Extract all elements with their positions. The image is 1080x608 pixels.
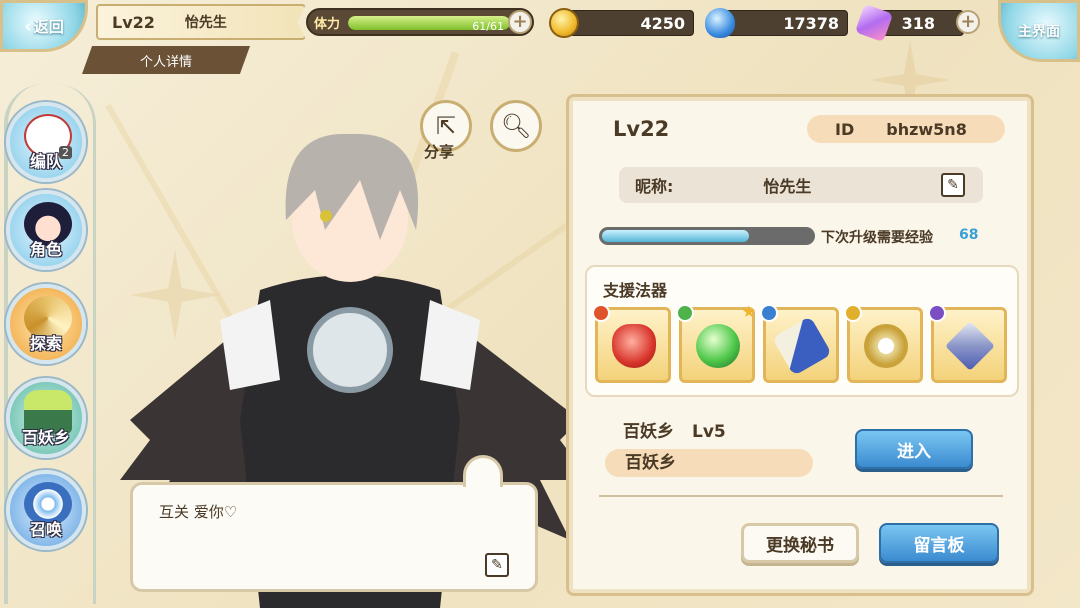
- crystal-counter: 318: [854, 3, 964, 43]
- nav-item-character[interactable]: 角色: [6, 190, 86, 270]
- exp-value: 68: [959, 227, 979, 243]
- silver-blade-icon: [945, 321, 995, 371]
- player-plate: Lv22 怡先生: [96, 4, 306, 40]
- nav-item-label: 角色: [29, 240, 62, 259]
- element-icon: [760, 304, 778, 322]
- exp-label: 下次升级需要经验: [821, 230, 933, 246]
- element-icon: [676, 304, 694, 322]
- back-arrow-icon: ‹: [24, 15, 32, 37]
- right-sleeve: [420, 300, 480, 390]
- golden-sword-icon: [864, 324, 908, 368]
- nav-item-summon[interactable]: 召唤: [6, 470, 86, 550]
- blue-scroll-icon: [771, 315, 833, 377]
- change-secretary-button[interactable]: 更换秘书: [741, 523, 859, 563]
- pencil-icon: ✎: [947, 177, 959, 193]
- support-item[interactable]: [592, 304, 671, 383]
- main-menu-button[interactable]: 主界面: [998, 0, 1080, 62]
- support-item[interactable]: ★: [676, 302, 756, 383]
- village-pill: 百妖乡: [605, 449, 813, 477]
- green-orb-icon: [696, 324, 740, 368]
- support-artifacts-box: 支援法器 ★: [585, 265, 1019, 397]
- nickname-row: 昵称: 怡先生: [619, 167, 983, 203]
- blue-flame-gem-icon: [705, 8, 735, 38]
- gold-value: 4250: [640, 14, 685, 33]
- bubble-message: 互关 爱你♡: [159, 503, 238, 521]
- add-crystal-button[interactable]: +: [956, 10, 980, 34]
- gold-coin-icon: [549, 8, 579, 38]
- nav-item-label: 编队: [29, 152, 62, 171]
- nav-item-label: 百妖乡: [21, 428, 70, 447]
- nav-item-label: 召唤: [29, 520, 62, 539]
- exp-fill: [602, 230, 749, 242]
- element-icon: [844, 304, 862, 322]
- nickname-value: 怡先生: [763, 177, 812, 196]
- support-item[interactable]: [844, 304, 923, 383]
- favorite-star-icon: ★: [741, 302, 756, 321]
- nav-item-village[interactable]: 百妖乡: [6, 378, 86, 458]
- edit-message-button[interactable]: ✎: [485, 553, 509, 577]
- village-level: Lv5: [692, 422, 726, 442]
- blue-gem-counter: 17378: [705, 8, 848, 38]
- red-lantern-icon: [612, 324, 656, 368]
- left-sleeve: [220, 300, 280, 390]
- secretary-speech-bubble: 互关 爱你♡ ✎: [130, 455, 538, 592]
- nav-item-party[interactable]: 2 编队: [6, 102, 86, 182]
- profile-level: Lv22: [613, 117, 670, 141]
- nickname-label: 昵称:: [635, 177, 674, 196]
- mirror-emblem: [307, 307, 393, 393]
- crystal-icon: [854, 3, 894, 43]
- magnifier-icon: 🔍︎: [500, 112, 532, 140]
- blue-gem-value: 17378: [783, 14, 839, 33]
- panel-divider: [599, 495, 1003, 497]
- village-info: 百妖乡 Lv5: [623, 417, 726, 442]
- stamina-value: 61/61: [472, 20, 504, 33]
- exp-bar: [599, 227, 815, 245]
- profile-panel: Lv22 ID bhzw5n8 昵称: 怡先生 ✎ 下次升级需要经验 68 支援…: [566, 94, 1034, 596]
- gold-counter: 4250: [549, 8, 694, 38]
- tab-profile-details[interactable]: 个人详情: [82, 46, 250, 74]
- back-button[interactable]: ‹ 返回: [0, 0, 88, 52]
- nav-item-explore[interactable]: 探索: [6, 284, 86, 364]
- nav-item-label: 探索: [29, 334, 62, 353]
- element-icon: [592, 304, 610, 322]
- stamina-label: 体力: [314, 17, 341, 32]
- zoom-button[interactable]: 🔍︎: [490, 100, 542, 152]
- message-board-button[interactable]: 留言板: [879, 523, 999, 563]
- back-label: 返回: [33, 17, 64, 36]
- enter-village-button[interactable]: 进入: [855, 429, 973, 469]
- player-name: 怡先生: [184, 15, 227, 31]
- village-name: 百妖乡: [623, 422, 674, 442]
- main-menu-label: 主界面: [1018, 24, 1060, 40]
- player-level: Lv22: [112, 12, 155, 32]
- id-value: bhzw5n8: [886, 119, 967, 139]
- share-label: 分享: [424, 143, 455, 161]
- pencil-icon: ✎: [491, 557, 503, 573]
- id-label: ID: [835, 119, 855, 139]
- support-item[interactable]: [928, 304, 1007, 383]
- eye: [320, 210, 332, 222]
- support-item[interactable]: [760, 304, 839, 383]
- add-stamina-button[interactable]: +: [508, 10, 532, 34]
- support-title: 支援法器: [603, 281, 668, 300]
- player-id-pill: ID bhzw5n8: [807, 115, 1005, 143]
- crystal-value: 318: [901, 14, 935, 33]
- element-icon: [928, 304, 946, 322]
- bubble-tail: [463, 455, 503, 487]
- stamina-bar: 体力 61/61: [306, 8, 534, 36]
- share-icon: ⇱: [435, 112, 457, 140]
- edit-nickname-button[interactable]: ✎: [941, 173, 965, 197]
